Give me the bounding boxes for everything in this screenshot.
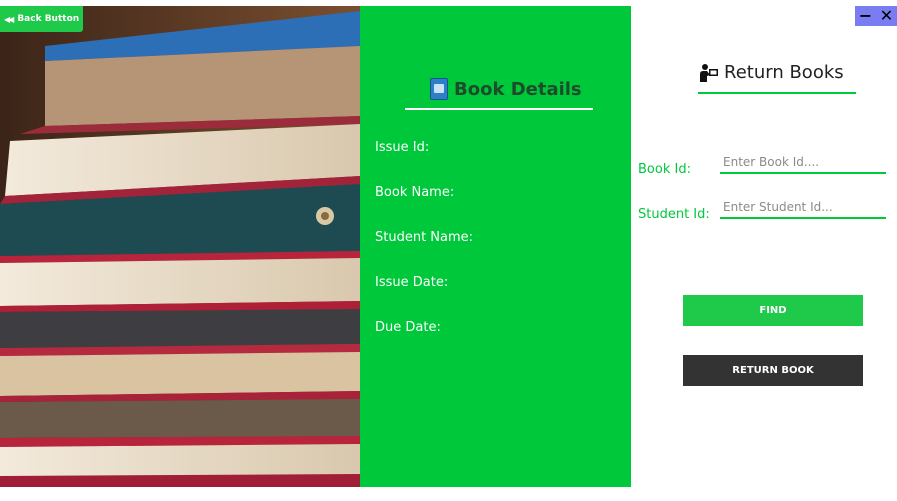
issue-date-label: Issue Date: (375, 275, 449, 290)
find-button[interactable]: FIND (683, 295, 863, 326)
student-id-input[interactable] (720, 197, 886, 219)
return-books-title-text: Return Books (724, 62, 844, 83)
book-id-input[interactable] (720, 152, 886, 174)
reader-icon (699, 63, 719, 83)
book-details-divider (405, 108, 593, 110)
window-controls: − ✕ (855, 6, 897, 26)
minimize-button[interactable]: − (859, 8, 872, 24)
book-icon (430, 78, 448, 100)
book-name-label: Book Name: (375, 185, 455, 200)
issue-id-label: Issue Id: (375, 140, 430, 155)
due-date-label: Due Date: (375, 320, 441, 335)
student-id-label: Student Id: (638, 207, 710, 222)
close-button[interactable]: ✕ (880, 8, 893, 24)
return-books-divider (698, 92, 856, 94)
book-details-title-text: Book Details (454, 78, 582, 100)
books-illustration (0, 6, 360, 487)
student-name-label: Student Name: (375, 230, 474, 245)
return-books-title: Return Books (699, 62, 844, 83)
books-image (0, 6, 360, 487)
book-id-label: Book Id: (638, 162, 691, 177)
back-arrows-icon: ◀◀ (4, 14, 14, 24)
book-details-title: Book Details (430, 78, 582, 100)
back-button[interactable]: ◀◀ Back Button (0, 6, 83, 32)
return-book-button[interactable]: RETURN BOOK (683, 355, 863, 386)
back-button-label: Back Button (17, 14, 80, 24)
book-details-panel: Book Details Issue Id: Book Name: Studen… (360, 6, 631, 487)
